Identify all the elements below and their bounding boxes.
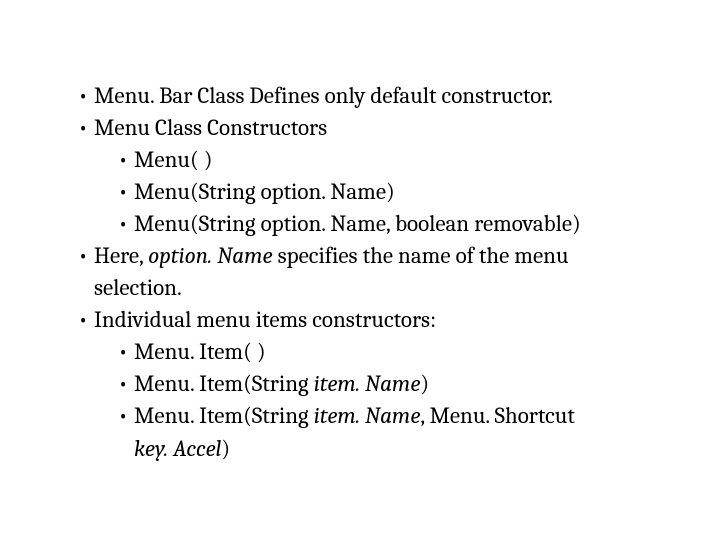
bullet-icon: • — [118, 368, 134, 399]
text-post: ) — [221, 435, 230, 462]
bullet-icon: • — [118, 144, 134, 175]
text: Menu Class Constructors — [94, 114, 327, 141]
text: selection. — [94, 274, 182, 301]
text: Menu(String option. Name, boolean remova… — [134, 210, 581, 237]
text: Menu. Bar Class Defines only default con… — [94, 82, 553, 109]
text-pre: Here, — [94, 242, 148, 269]
bullet-menu-ctor-empty: •Menu( ) — [70, 144, 650, 175]
bullet-menuitem-ctor-string: •Menu. Item(String item. Name) — [70, 368, 650, 399]
text-italic: item. Name — [314, 370, 421, 397]
bullet-icon: • — [78, 112, 94, 143]
bullet-menubar-class: •Menu. Bar Class Defines only default co… — [70, 80, 650, 111]
bullet-icon: • — [78, 240, 94, 271]
bullet-option-name-desc-cont: selection. — [70, 272, 650, 303]
text: Menu. Item( ) — [134, 338, 266, 365]
text-italic: option. Name — [148, 242, 272, 269]
bullet-menu-class-constructors: •Menu Class Constructors — [70, 112, 650, 143]
slide-body: •Menu. Bar Class Defines only default co… — [0, 0, 720, 540]
bullet-menuitem-ctor-string-shortcut-cont: key. Accel) — [70, 433, 650, 464]
bullet-menu-ctor-string-bool: •Menu(String option. Name, boolean remov… — [70, 208, 650, 239]
text-italic: item. Name — [314, 402, 421, 429]
bullet-menuitem-ctor-empty: •Menu. Item( ) — [70, 336, 650, 367]
bullet-menu-ctor-string: •Menu(String option. Name) — [70, 176, 650, 207]
text: Menu(String option. Name) — [134, 178, 395, 205]
bullet-menuitem-constructors: •Individual menu items constructors: — [70, 304, 650, 335]
bullet-icon: • — [78, 304, 94, 335]
bullet-menuitem-ctor-string-shortcut: •Menu. Item(String item. Name, Menu. Sho… — [70, 400, 650, 431]
text-pre: Menu. Item(String — [134, 402, 314, 429]
bullet-icon: • — [118, 336, 134, 367]
text-post: ) — [420, 370, 429, 397]
bullet-icon: • — [78, 80, 94, 111]
text-post: specifies the name of the menu — [273, 242, 569, 269]
bullet-option-name-desc: •Here, option. Name specifies the name o… — [70, 240, 650, 271]
bullet-icon: • — [118, 176, 134, 207]
text: Individual menu items constructors: — [94, 306, 436, 333]
text: Menu( ) — [134, 146, 213, 173]
text-mid: , Menu. Shortcut — [420, 402, 574, 429]
text-italic: key. Accel — [134, 435, 221, 462]
text-pre: Menu. Item(String — [134, 370, 314, 397]
bullet-icon: • — [118, 400, 134, 431]
bullet-icon: • — [118, 208, 134, 239]
